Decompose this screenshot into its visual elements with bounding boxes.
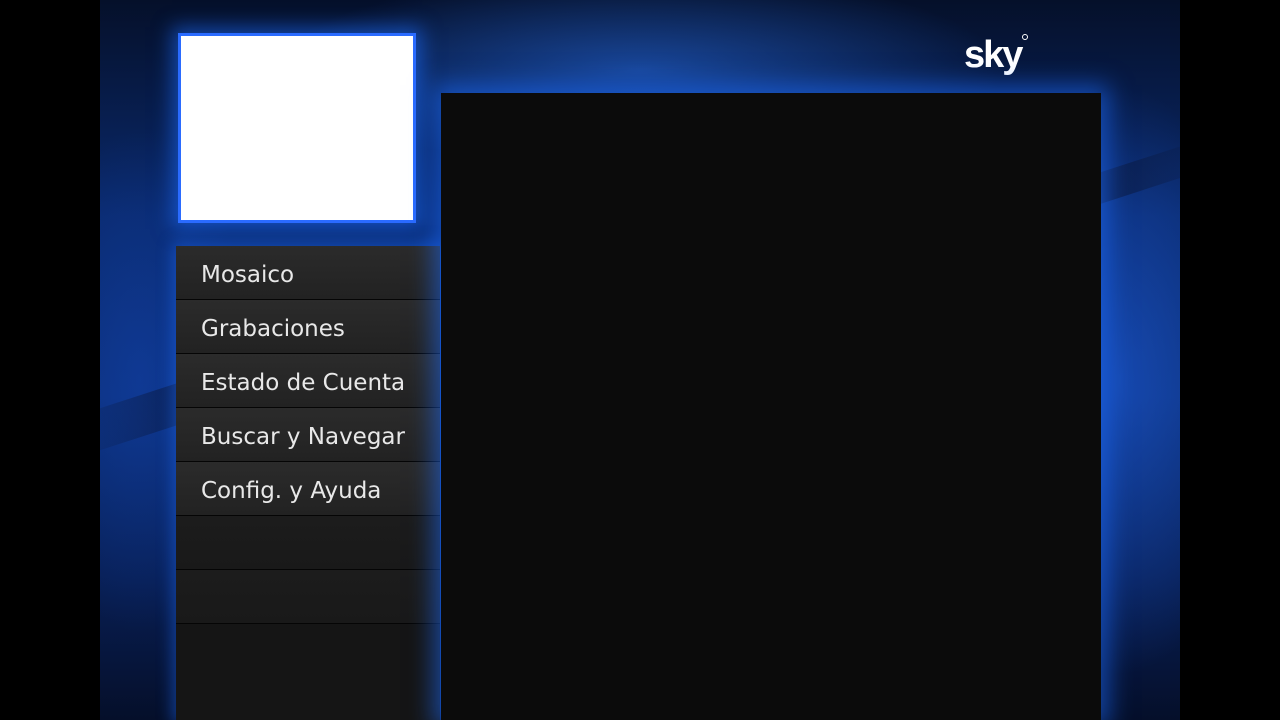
- sky-home-screen: sky Mosaico Grabaciones Estado de Cuenta…: [100, 0, 1180, 720]
- menu-item-label: Mosaico: [201, 262, 295, 288]
- menu-item-label: Config. y Ayuda: [201, 478, 382, 504]
- menu-item-grabaciones[interactable]: Grabaciones: [176, 300, 440, 354]
- menu-item-empty: [176, 516, 440, 570]
- menu-item-buscar-y-navegar[interactable]: Buscar y Navegar: [176, 408, 440, 462]
- video-preview: [181, 36, 413, 220]
- sky-logo-text: sky: [964, 34, 1023, 76]
- menu-item-estado-de-cuenta[interactable]: Estado de Cuenta: [176, 354, 440, 408]
- menu-item-label: Grabaciones: [201, 316, 345, 342]
- menu-item-label: Buscar y Navegar: [201, 424, 405, 450]
- main-menu: Mosaico Grabaciones Estado de Cuenta Bus…: [176, 246, 440, 720]
- menu-item-empty: [176, 570, 440, 624]
- menu-item-mosaico[interactable]: Mosaico: [176, 246, 440, 300]
- video-preview-frame: [178, 33, 416, 223]
- content-panel: [441, 93, 1101, 720]
- menu-item-config-y-ayuda[interactable]: Config. y Ayuda: [176, 462, 440, 516]
- menu-item-label: Estado de Cuenta: [201, 370, 406, 396]
- sky-logo: sky: [964, 30, 1034, 80]
- trademark-icon: [1022, 34, 1028, 40]
